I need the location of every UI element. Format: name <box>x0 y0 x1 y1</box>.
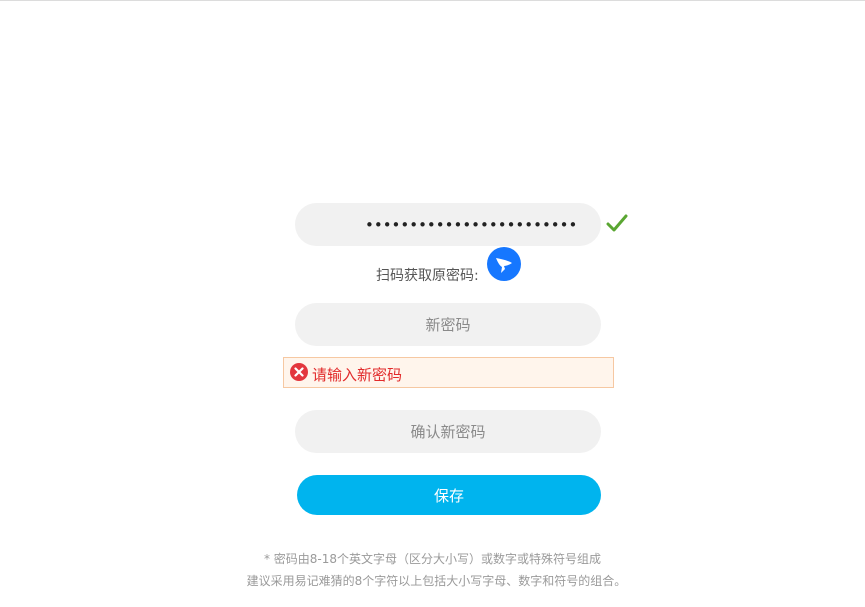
old-password-input[interactable] <box>295 203 601 246</box>
new-password-input[interactable] <box>295 303 601 346</box>
password-suggestion-hint: 建议采用易记难猜的8个字符以上包括大小写字母、数字和符号的组合。 <box>246 574 627 588</box>
error-message-box: 请输入新密码 <box>283 357 614 388</box>
reset-password-page: 扫码获取原密码: 请输入新密码 保存 * 密码由8-18个英文字母（区分大小写）… <box>0 0 865 607</box>
scan-label: 扫码获取原密码: <box>376 268 479 284</box>
password-rule-hint: * 密码由8-18个英文字母（区分大小写）或数字或特殊符号组成 <box>263 552 602 566</box>
confirm-password-input[interactable] <box>295 410 601 453</box>
checkmark-icon <box>606 212 628 234</box>
dingtalk-scan-icon[interactable] <box>487 247 521 281</box>
save-button[interactable]: 保存 <box>297 475 601 515</box>
error-circle-icon <box>290 363 308 381</box>
error-message-text: 请输入新密码 <box>312 366 403 384</box>
